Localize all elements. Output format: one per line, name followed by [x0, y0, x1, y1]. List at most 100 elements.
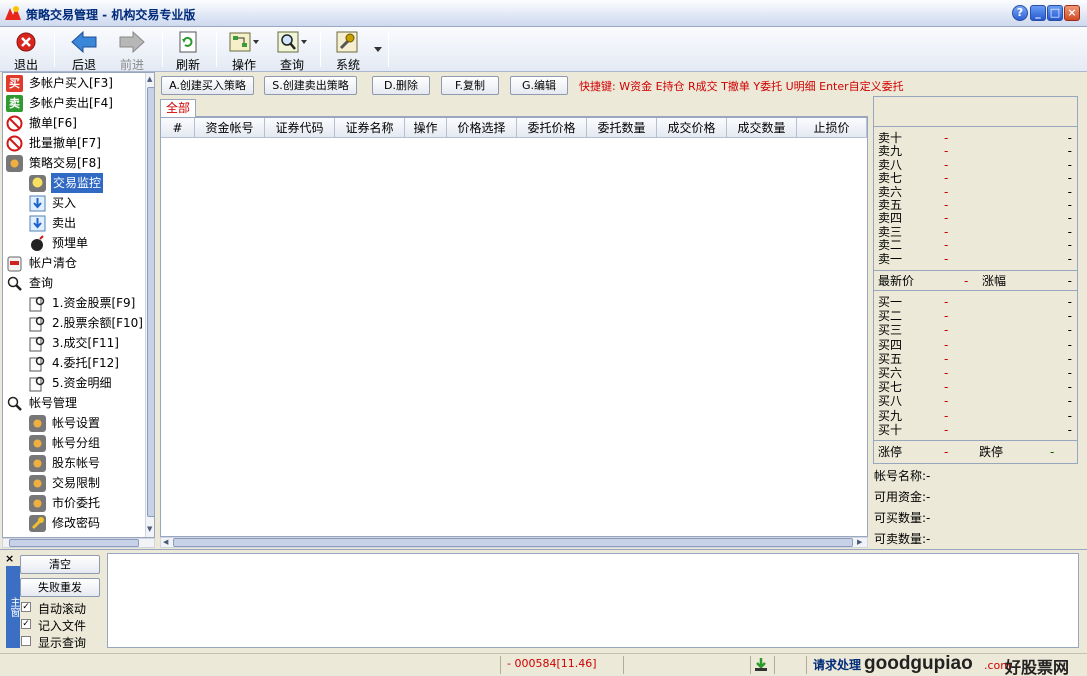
quote-volume: - [1067, 184, 1072, 199]
column-header[interactable]: 操作 [405, 118, 447, 138]
buy-badge-icon: 买 [6, 75, 23, 92]
help-icon[interactable]: ? [1012, 5, 1028, 21]
tree-item-label: 预埋单 [52, 236, 89, 250]
refresh-button[interactable]: 刷新 [168, 29, 208, 72]
scroll-right-icon[interactable]: ▶ [857, 538, 862, 546]
log-controls: × 主窗 清空 失败重发 ✓ 自动滚动 ✓ 记入文件 显示查询 [4, 552, 106, 648]
column-header[interactable]: # [161, 118, 195, 138]
limit-up-label: 涨停 [878, 445, 903, 459]
tree-item-label: 修改密码 [52, 516, 101, 530]
sellable-quantity: 可卖数量:- [874, 532, 931, 546]
quote-price: - [944, 184, 949, 199]
query-button[interactable]: 查询 [272, 29, 312, 72]
gear-icon [29, 455, 46, 472]
monitor-bulb-icon [29, 175, 46, 192]
column-header[interactable]: 成交价格 [657, 118, 727, 138]
column-header[interactable]: 委托数量 [587, 118, 657, 138]
tree-horizontal-scrollbar[interactable] [2, 538, 155, 548]
tree-item-label: 交易监控 [51, 173, 104, 193]
splitter[interactable] [0, 549, 1087, 550]
quote-level-label: 买一 [878, 295, 903, 309]
grid-hscroll-thumb[interactable] [173, 538, 853, 547]
change-label: 涨幅 [982, 274, 1007, 288]
buy-level-row: 买四 - - [878, 338, 1072, 352]
column-header[interactable]: 委托价格 [517, 118, 587, 138]
quote-level-label: 买九 [878, 408, 903, 423]
tree-item-label: 5.资金明细 [52, 376, 112, 390]
column-header[interactable]: 价格选择 [447, 118, 517, 138]
tree-vertical-scrollbar[interactable]: ▲ ▼ [145, 73, 154, 537]
column-header[interactable]: 止损价 [797, 118, 867, 138]
chevron-down-icon[interactable] [374, 47, 382, 53]
back-button[interactable]: 后退 [64, 29, 104, 72]
tab-all[interactable]: 全部 [160, 99, 196, 117]
app-logo-icon [5, 6, 21, 20]
operate-button[interactable]: 操作 [224, 29, 264, 72]
buy-level-row: 买六 - - [878, 366, 1072, 380]
auto-scroll-checkbox[interactable]: ✓ [21, 602, 31, 612]
column-header[interactable]: 证券名称 [335, 118, 405, 138]
quote-price: - [944, 351, 949, 366]
log-side-tab[interactable]: 主窗 [6, 566, 20, 648]
quote-volume: - [1067, 157, 1072, 172]
create-sell-strategy-button[interactable]: S.创建卖出策略 [264, 76, 357, 95]
buy-level-row: 买八 - - [878, 394, 1072, 408]
back-arrow-icon [71, 31, 97, 53]
limit-down-value: - [1050, 445, 1055, 459]
tree-item-label: 2.股票余额[F10] [52, 316, 143, 330]
quote-level-label: 卖七 [878, 171, 903, 186]
maximize-button[interactable]: □ [1047, 5, 1063, 21]
quote-price: - [944, 323, 949, 338]
retry-failed-button[interactable]: 失败重发 [20, 578, 100, 597]
grid-horizontal-scrollbar[interactable]: ◀ ▶ [160, 537, 868, 548]
scroll-down-icon[interactable]: ▼ [147, 525, 154, 535]
gear-icon [29, 495, 46, 512]
search-icon [7, 276, 22, 291]
flowchart-icon [229, 32, 259, 52]
close-icon[interactable]: × [5, 552, 14, 565]
quote-level-label: 卖三 [878, 224, 903, 239]
sell-level-row: 卖二 - - [878, 238, 1072, 252]
write-file-checkbox[interactable]: ✓ [21, 619, 31, 629]
show-query-checkbox[interactable] [21, 636, 31, 646]
tree-item-label: 批量撤单[F7] [29, 136, 101, 150]
sell-level-row: 卖五 - - [878, 198, 1072, 212]
system-button[interactable]: 系统 [328, 29, 368, 72]
clear-button[interactable]: 清空 [20, 555, 100, 574]
document-search-icon [29, 356, 45, 372]
create-buy-strategy-button[interactable]: A.创建买入策略 [161, 76, 254, 95]
column-header[interactable]: 资金帐号 [195, 118, 265, 138]
buy-level-row: 买九 - - [878, 409, 1072, 423]
log-output[interactable] [107, 553, 1079, 648]
tree-item-label: 多帐户买入[F3] [29, 76, 113, 90]
gear-icon [29, 415, 46, 432]
edit-button[interactable]: G.编辑 [510, 76, 568, 95]
tree-item-label: 股东帐号 [52, 456, 101, 470]
buy-level-row: 买一 - - [878, 295, 1072, 309]
minimize-button[interactable]: _ [1030, 5, 1046, 21]
column-header[interactable]: 证券代码 [265, 118, 335, 138]
quote-price: - [944, 171, 949, 186]
copy-button[interactable]: F.复制 [441, 76, 499, 95]
close-button[interactable]: × [1064, 5, 1080, 21]
strategy-grid[interactable]: # 资金帐号 证券代码 证券名称 操作 价格选择 委托价格 委托数量 成交价格 … [160, 117, 868, 537]
exit-button[interactable]: 退出 [6, 29, 46, 72]
forward-button[interactable]: 前进 [112, 29, 152, 72]
sell-arrow-icon [29, 215, 46, 232]
tab-strip [160, 99, 868, 117]
column-header[interactable]: 成交数量 [727, 118, 797, 138]
tree-hscroll-thumb[interactable] [9, 539, 139, 547]
quote-level-label: 卖二 [878, 238, 903, 253]
quote-level-label: 买六 [878, 366, 903, 380]
delete-button[interactable]: D.删除 [372, 76, 430, 95]
sell-level-row: 卖十 - - [878, 131, 1072, 145]
latest-price-value: - [964, 274, 969, 288]
quote-volume: - [1067, 211, 1072, 226]
quote-volume: - [1067, 337, 1072, 352]
toolbar-separator [216, 31, 217, 67]
tree-scroll-thumb[interactable] [147, 87, 154, 517]
scroll-up-icon[interactable]: ▲ [147, 75, 154, 85]
quote-price: - [944, 422, 949, 437]
latest-price-row: 最新价 - 涨幅 - [878, 274, 1072, 288]
scroll-left-icon[interactable]: ◀ [163, 538, 168, 546]
